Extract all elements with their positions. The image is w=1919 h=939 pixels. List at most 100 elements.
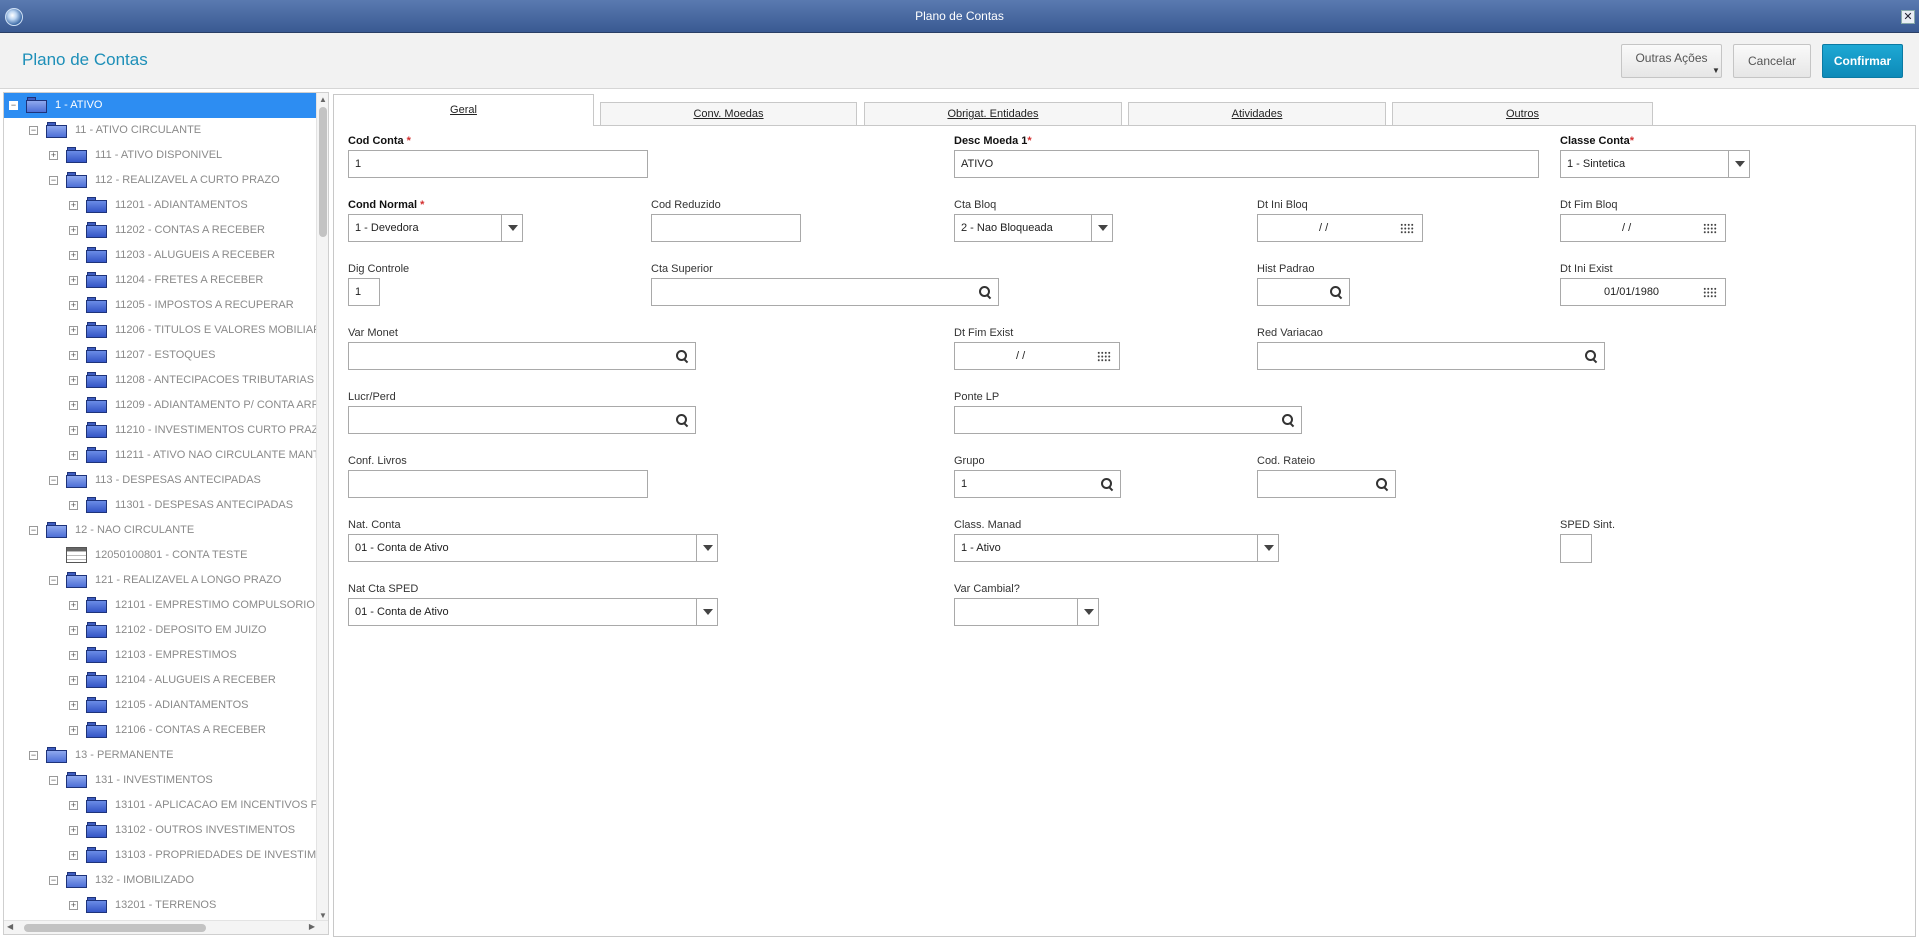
expand-icon[interactable]: +	[69, 701, 78, 710]
tree-item[interactable]: +13101 - APLICACAO EM INCENTIVOS FIS	[4, 793, 317, 818]
cod-reduzido-input[interactable]	[651, 214, 801, 242]
cta-superior-input[interactable]	[651, 278, 999, 306]
chevron-down-icon[interactable]	[1091, 215, 1112, 241]
tree-item[interactable]: +11202 - CONTAS A RECEBER	[4, 218, 317, 243]
tab-geral[interactable]: Geral	[333, 94, 594, 127]
tree-item[interactable]: +11301 - DESPESAS ANTECIPADAS	[4, 493, 317, 518]
var-cambial-select[interactable]	[954, 598, 1099, 626]
confirmar-button[interactable]: Confirmar	[1822, 44, 1903, 78]
collapse-icon[interactable]: −	[49, 876, 58, 885]
tree-item[interactable]: +12101 - EMPRESTIMO COMPULSORIO	[4, 593, 317, 618]
red-variacao-input[interactable]	[1257, 342, 1605, 370]
collapse-icon[interactable]: −	[29, 751, 38, 760]
cod-rateio-input[interactable]	[1257, 470, 1396, 498]
tree-item[interactable]: − 131 - INVESTIMENTOS	[4, 768, 317, 793]
var-monet-input[interactable]	[348, 342, 696, 370]
dt-ini-bloq-input[interactable]: / /	[1257, 214, 1423, 242]
conf-livros-input[interactable]	[348, 470, 648, 498]
collapse-icon[interactable]: −	[49, 476, 58, 485]
tree-item[interactable]: +111 - ATIVO DISPONIVEL	[4, 143, 317, 168]
desc-moeda-input[interactable]: ATIVO	[954, 150, 1539, 178]
calendar-icon[interactable]	[1703, 223, 1717, 234]
calendar-icon[interactable]	[1703, 287, 1717, 298]
tree-item[interactable]: − 1 - ATIVO	[4, 93, 317, 118]
expand-icon[interactable]: +	[69, 426, 78, 435]
sped-sint-checkbox[interactable]	[1560, 534, 1592, 563]
expand-icon[interactable]: +	[69, 651, 78, 660]
collapse-icon[interactable]: −	[29, 126, 38, 135]
calendar-icon[interactable]	[1097, 351, 1111, 362]
dt-fim-bloq-input[interactable]: / /	[1560, 214, 1726, 242]
search-icon[interactable]	[676, 350, 687, 361]
tree-item[interactable]: − 112 - REALIZAVEL A CURTO PRAZO	[4, 168, 317, 193]
tree-item[interactable]: +12104 - ALUGUEIS A RECEBER	[4, 668, 317, 693]
expand-icon[interactable]: +	[69, 376, 78, 385]
chevron-down-icon[interactable]	[501, 215, 522, 241]
tree-item[interactable]: − 113 - DESPESAS ANTECIPADAS	[4, 468, 317, 493]
tree-item[interactable]: − 132 - IMOBILIZADO	[4, 868, 317, 893]
class-manad-select[interactable]: 1 - Ativo	[954, 534, 1279, 562]
search-icon[interactable]	[1585, 350, 1596, 361]
search-icon[interactable]	[979, 286, 990, 297]
tree-item[interactable]: +11211 - ATIVO NAO CIRCULANTE MANTID	[4, 443, 317, 468]
tree-item[interactable]: +11204 - FRETES A RECEBER	[4, 268, 317, 293]
tree-item[interactable]: +11208 - ANTECIPACOES TRIBUTARIAS	[4, 368, 317, 393]
scroll-thumb[interactable]	[319, 107, 327, 237]
tree-item[interactable]: +11201 - ADIANTAMENTOS	[4, 193, 317, 218]
tree-item[interactable]: − 11 - ATIVO CIRCULANTE	[4, 118, 317, 143]
expand-icon[interactable]: +	[69, 201, 78, 210]
expand-icon[interactable]: +	[69, 351, 78, 360]
outras-acoes-button[interactable]: Outras Ações ▼	[1621, 44, 1722, 78]
expand-icon[interactable]: +	[69, 301, 78, 310]
cod-conta-input[interactable]: 1	[348, 150, 648, 178]
chevron-down-icon[interactable]	[1257, 535, 1278, 561]
tab-outros[interactable]: Outros	[1392, 102, 1653, 126]
tree-item[interactable]: +13201 - TERRENOS	[4, 893, 317, 918]
expand-icon[interactable]: +	[69, 326, 78, 335]
tree-item[interactable]: +11207 - ESTOQUES	[4, 343, 317, 368]
account-tree[interactable]: − 1 - ATIVO − 11 - ATIVO CIRCULANTE +111 - A…	[3, 92, 329, 935]
calendar-icon[interactable]	[1400, 223, 1414, 234]
scroll-thumb-horizontal[interactable]	[24, 924, 206, 932]
expand-icon[interactable]: +	[69, 626, 78, 635]
tree-item[interactable]: +11205 - IMPOSTOS A RECUPERAR	[4, 293, 317, 318]
ponte-lp-input[interactable]	[954, 406, 1302, 434]
expand-icon[interactable]: +	[69, 726, 78, 735]
expand-icon[interactable]: +	[69, 451, 78, 460]
chevron-down-icon[interactable]	[1077, 599, 1098, 625]
collapse-icon[interactable]: −	[49, 576, 58, 585]
collapse-icon[interactable]: −	[9, 101, 18, 110]
expand-icon[interactable]: +	[69, 226, 78, 235]
tree-horizontal-scrollbar[interactable]: ◀ ▶	[4, 920, 328, 934]
tree-item[interactable]: +13103 - PROPRIEDADES DE INVESTIMENT	[4, 843, 317, 868]
collapse-icon[interactable]: −	[29, 526, 38, 535]
chevron-down-icon[interactable]	[1728, 151, 1749, 177]
tree-item[interactable]: +12105 - ADIANTAMENTOS	[4, 693, 317, 718]
expand-icon[interactable]: +	[49, 151, 58, 160]
tree-item[interactable]: +11210 - INVESTIMENTOS CURTO PRAZO	[4, 418, 317, 443]
expand-icon[interactable]: +	[69, 501, 78, 510]
cancelar-button[interactable]: Cancelar	[1733, 44, 1811, 78]
tree-item[interactable]: − 13 - PERMANENTE	[4, 743, 317, 768]
classe-conta-select[interactable]: 1 - Sintetica	[1560, 150, 1750, 178]
nat-conta-select[interactable]: 01 - Conta de Ativo	[348, 534, 718, 562]
search-icon[interactable]	[1376, 478, 1387, 489]
tree-item[interactable]: +12103 - EMPRESTIMOS	[4, 643, 317, 668]
collapse-icon[interactable]: −	[49, 776, 58, 785]
collapse-icon[interactable]: −	[49, 176, 58, 185]
tree-item[interactable]: +13102 - OUTROS INVESTIMENTOS	[4, 818, 317, 843]
expand-icon[interactable]: +	[69, 401, 78, 410]
tree-item[interactable]: +11206 - TITULOS E VALORES MOBILIARIO	[4, 318, 317, 343]
dig-controle-input[interactable]: 1	[348, 278, 380, 306]
expand-icon[interactable]: +	[69, 851, 78, 860]
search-icon[interactable]	[676, 414, 687, 425]
tree-item[interactable]: +11209 - ADIANTAMENTO P/ CONTA ARRE	[4, 393, 317, 418]
dt-ini-exist-input[interactable]: 01/01/1980	[1560, 278, 1726, 306]
tree-item[interactable]: − 121 - REALIZAVEL A LONGO PRAZO	[4, 568, 317, 593]
expand-icon[interactable]: +	[69, 601, 78, 610]
scroll-up-icon[interactable]: ▲	[319, 95, 327, 104]
expand-icon[interactable]: +	[69, 276, 78, 285]
expand-icon[interactable]: +	[69, 826, 78, 835]
tab-obrigat-entidades[interactable]: Obrigat. Entidades	[864, 102, 1122, 126]
chevron-down-icon[interactable]	[696, 535, 717, 561]
